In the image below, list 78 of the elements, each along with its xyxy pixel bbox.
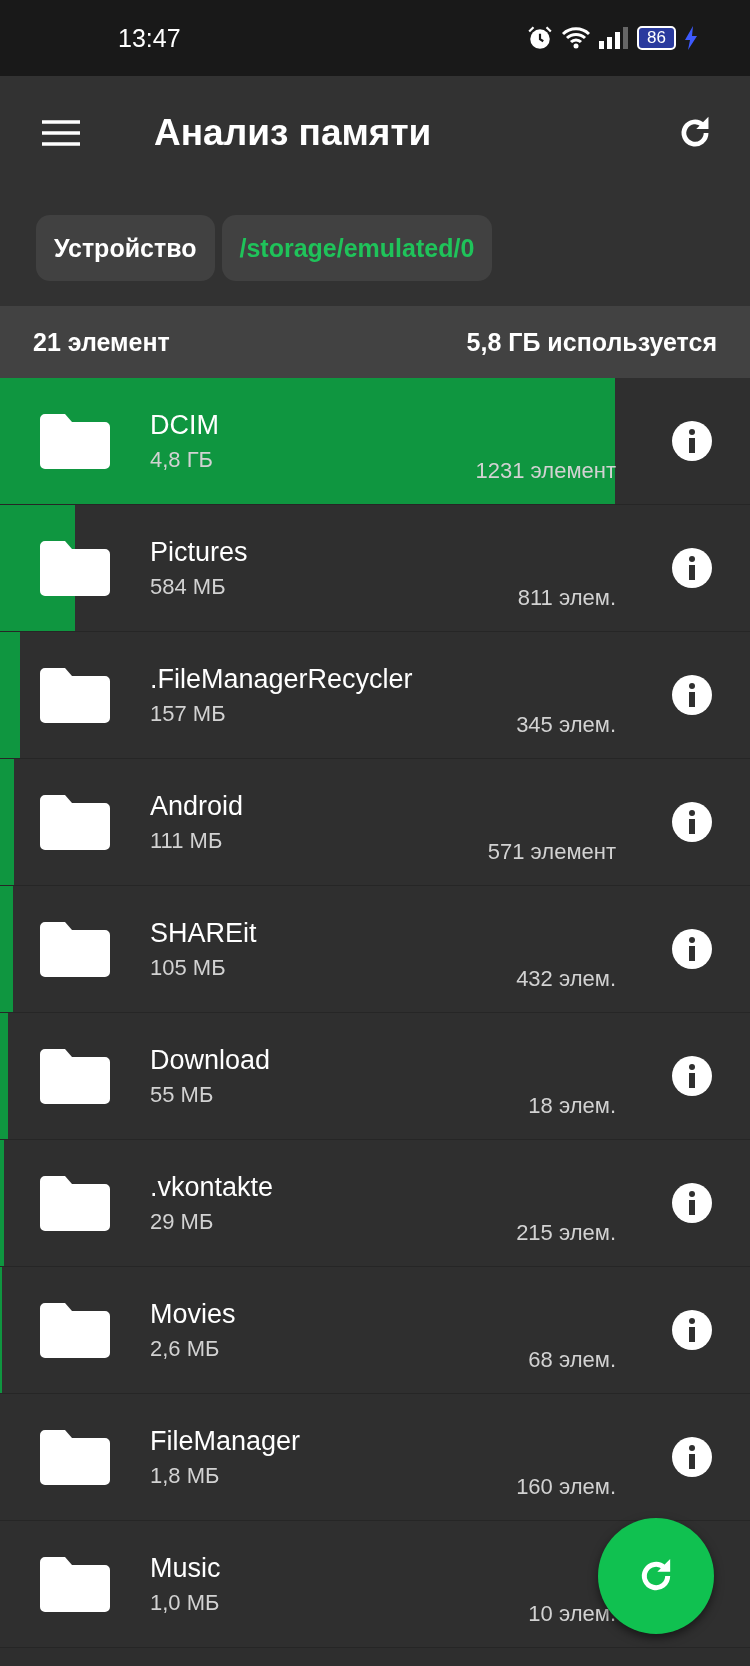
folder-row[interactable]: Pictures 584 МБ 811 элем. bbox=[0, 505, 750, 632]
charging-icon bbox=[684, 26, 698, 50]
folder-size: 105 МБ bbox=[150, 954, 227, 981]
folder-icon bbox=[40, 540, 110, 596]
info-button[interactable] bbox=[672, 421, 712, 461]
folder-size: 4,8 ГБ bbox=[150, 446, 215, 473]
item-count: 21 элемент bbox=[33, 327, 170, 357]
folder-icon bbox=[40, 1556, 110, 1612]
info-icon bbox=[688, 937, 696, 961]
info-icon bbox=[688, 429, 696, 453]
item-count: 10 элем. bbox=[528, 1601, 616, 1627]
info-button[interactable] bbox=[672, 1310, 712, 1350]
info-icon bbox=[688, 1445, 696, 1469]
folder-row[interactable]: SHAREit 105 МБ 432 элем. bbox=[0, 886, 750, 1013]
folder-size: 1,8 МБ bbox=[150, 1462, 221, 1489]
item-count: 68 элем. bbox=[528, 1347, 616, 1373]
folder-name: FileManager bbox=[150, 1425, 301, 1457]
folder-name: DCIM bbox=[150, 409, 219, 441]
info-button[interactable] bbox=[672, 929, 712, 969]
folder-row[interactable]: .vkontakte 29 МБ 215 элем. bbox=[0, 1140, 750, 1267]
item-count: 215 элем. bbox=[516, 1220, 616, 1246]
status-time: 13:47 bbox=[118, 23, 181, 53]
item-count: 432 элем. bbox=[516, 966, 616, 992]
item-count: 811 элем. bbox=[517, 585, 616, 611]
info-icon bbox=[688, 1318, 696, 1342]
wifi-icon bbox=[561, 26, 592, 50]
info-button[interactable] bbox=[672, 802, 712, 842]
alarm-icon bbox=[527, 25, 554, 51]
info-button[interactable] bbox=[672, 1437, 712, 1477]
folder-row[interactable]: Android 111 МБ 571 элемент bbox=[0, 759, 750, 886]
folder-icon bbox=[40, 667, 110, 723]
folder-size: 29 МБ bbox=[150, 1208, 215, 1235]
battery-level: 86 bbox=[637, 26, 676, 50]
info-icon bbox=[688, 683, 696, 707]
item-count: 345 элем. bbox=[516, 712, 616, 738]
folder-icon bbox=[40, 921, 110, 977]
folder-name: Download bbox=[150, 1044, 271, 1076]
folder-row[interactable]: Download 55 МБ 18 элем. bbox=[0, 1013, 750, 1140]
info-icon bbox=[688, 1064, 696, 1088]
breadcrumb-chip[interactable]: Устройство bbox=[36, 215, 215, 281]
folder-name: .vkontakte bbox=[150, 1171, 274, 1203]
info-icon bbox=[688, 1191, 696, 1215]
folder-icon bbox=[40, 1048, 110, 1104]
info-icon bbox=[688, 810, 696, 834]
used-space: 5,8 ГБ используется bbox=[466, 327, 717, 357]
folder-row[interactable]: Movies 2,6 МБ 68 элем. bbox=[0, 1267, 750, 1394]
folder-size: 55 МБ bbox=[150, 1081, 215, 1108]
info-button[interactable] bbox=[672, 1183, 712, 1223]
item-count: 18 элем. bbox=[528, 1093, 616, 1119]
folder-size: 2,6 МБ bbox=[150, 1335, 221, 1362]
breadcrumb-chip[interactable]: /storage/emulated/0 bbox=[221, 215, 493, 281]
folder-icon bbox=[40, 794, 110, 850]
item-count: 571 элемент bbox=[487, 839, 616, 865]
folder-icon bbox=[40, 413, 110, 469]
menu-icon bbox=[42, 119, 80, 147]
folder-icon bbox=[40, 1429, 110, 1485]
folder-size: 111 МБ bbox=[150, 827, 224, 854]
folder-icon bbox=[40, 1302, 110, 1358]
item-count: 160 элем. bbox=[516, 1474, 616, 1500]
folder-name: Android bbox=[150, 790, 244, 822]
folder-row[interactable]: .FileManagerRecycler 157 МБ 345 элем. bbox=[0, 632, 750, 759]
info-button[interactable] bbox=[672, 1056, 712, 1096]
folder-name: SHAREit bbox=[150, 917, 257, 949]
folder-icon bbox=[40, 1175, 110, 1231]
signal-icon bbox=[599, 27, 630, 49]
folder-name: .FileManagerRecycler bbox=[150, 663, 413, 695]
folder-size: 157 МБ bbox=[150, 700, 227, 727]
folder-row[interactable]: DCIM 4,8 ГБ 1231 элемент bbox=[0, 378, 750, 505]
folder-size: 1,0 МБ bbox=[150, 1589, 221, 1616]
info-icon bbox=[688, 556, 696, 580]
folder-name: Movies bbox=[150, 1298, 236, 1330]
folder-name: Music bbox=[150, 1552, 221, 1584]
folder-size: 584 МБ bbox=[150, 573, 227, 600]
screen-title: Анализ памяти bbox=[154, 112, 432, 154]
item-count: 1231 элемент bbox=[475, 458, 616, 484]
info-button[interactable] bbox=[672, 548, 712, 588]
folder-name: Pictures bbox=[150, 536, 248, 568]
info-button[interactable] bbox=[672, 675, 712, 715]
